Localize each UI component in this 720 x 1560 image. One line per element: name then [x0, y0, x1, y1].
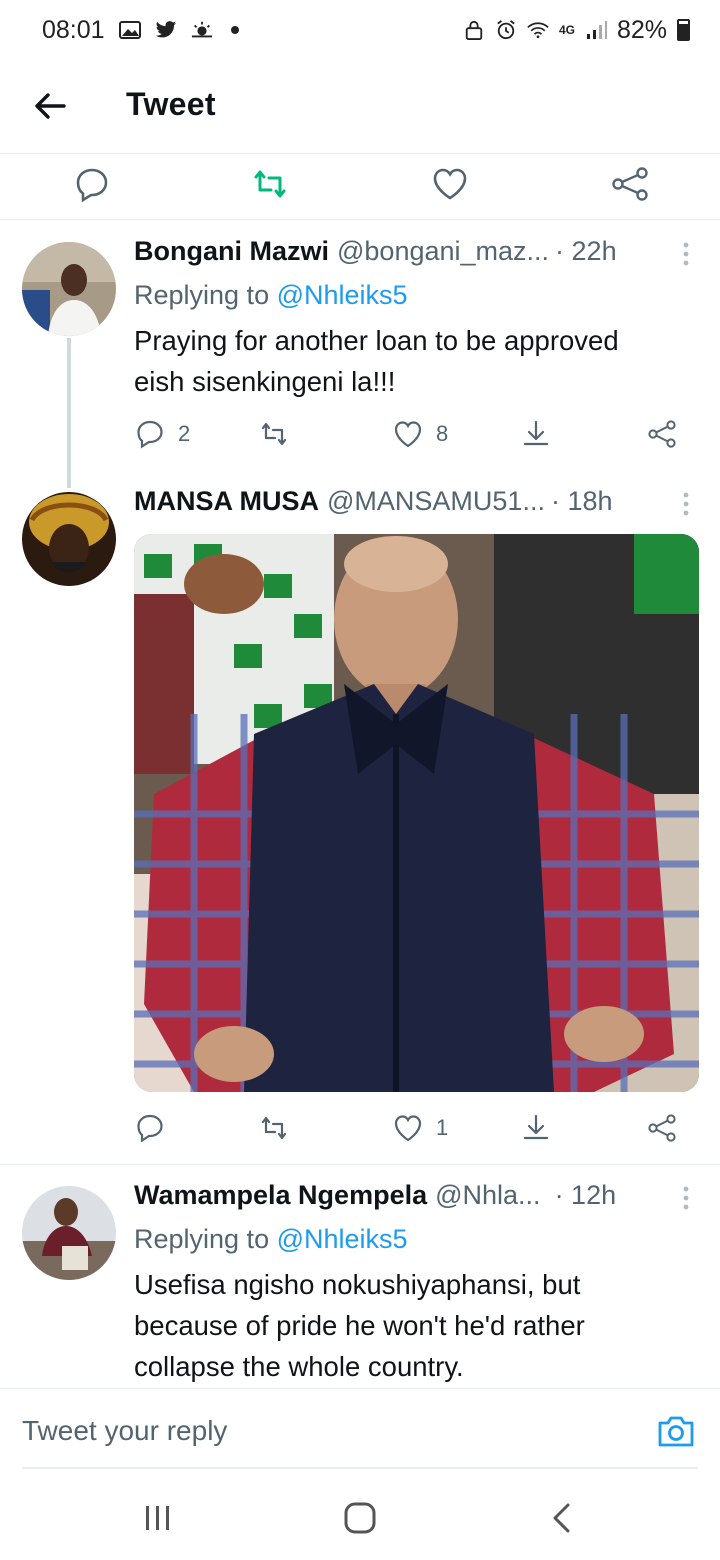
- share-icon: [648, 1114, 676, 1142]
- camera-icon[interactable]: [656, 1413, 696, 1449]
- share-icon[interactable]: [610, 164, 650, 204]
- reply-icon: [137, 1114, 163, 1143]
- tweet-text-line: collapse the whole country.: [134, 1351, 464, 1382]
- replying-label: Replying to: [134, 280, 270, 310]
- like-button[interactable]: 1: [392, 1112, 448, 1144]
- share-icon: [648, 420, 676, 448]
- tweet-text-line: Praying for another loan to be approved: [134, 325, 619, 356]
- tweet-header: Wamampela Ngempela @Nhla... · 12h: [134, 1180, 692, 1211]
- reply-composer: Tweet your reply: [0, 1388, 720, 1469]
- battery-percent: 82%: [616, 15, 667, 44]
- top-app-bar: Tweet: [0, 60, 720, 154]
- timestamp: · 12h: [554, 1180, 617, 1210]
- twitter-bird-icon: [155, 21, 176, 38]
- home-icon[interactable]: [340, 1500, 380, 1536]
- status-bar: 08:01 4G 82%: [0, 0, 720, 60]
- heart-icon: [394, 1115, 422, 1142]
- meme-photo: [134, 534, 699, 1092]
- tweet-header: MANSA MUSA @MANSAMU51... · 18h: [134, 486, 692, 517]
- lock-icon: [465, 20, 483, 40]
- timestamp: · 22h: [555, 236, 617, 266]
- tweet-text-line: because of pride he won't he'd rather: [134, 1310, 585, 1341]
- like-icon[interactable]: [430, 164, 470, 204]
- back-arrow-icon[interactable]: [32, 88, 68, 124]
- retweet-button[interactable]: [258, 418, 290, 450]
- download-icon: [523, 420, 549, 446]
- like-button[interactable]: 8: [392, 418, 448, 450]
- tweet-text: Usefisa ngisho nokushiyaphansi, but beca…: [134, 1264, 680, 1387]
- reply-tweet[interactable]: Bongani Mazwi @bongani_maz... · 22h Repl…: [0, 222, 720, 488]
- thread-line: [67, 338, 71, 488]
- more-options-icon[interactable]: [680, 490, 692, 518]
- tweet-actions: 2 8: [134, 418, 694, 458]
- status-time: 08:01: [42, 15, 105, 44]
- download-button[interactable]: [520, 1112, 552, 1144]
- tweet-actions: 1: [134, 1112, 694, 1152]
- wifi-icon: [527, 22, 549, 39]
- gallery-icon: [118, 21, 141, 39]
- page-title: Tweet: [126, 86, 216, 122]
- tweet-header: Bongani Mazwi @bongani_maz... · 22h: [134, 236, 692, 267]
- more-options-icon[interactable]: [680, 1184, 692, 1212]
- network-type: 4G: [558, 23, 575, 37]
- avatar-image: [22, 242, 116, 336]
- system-nav-bar: [0, 1470, 720, 1560]
- tweet-text: Praying for another loan to be approved …: [134, 320, 680, 402]
- recent-apps-icon[interactable]: [138, 1500, 178, 1536]
- tweet-text-line: eish sisenkingeni la!!!: [134, 366, 396, 397]
- retweet-icon: [261, 422, 287, 446]
- download-button[interactable]: [520, 418, 552, 450]
- battery-icon: [677, 19, 690, 41]
- display-name[interactable]: Bongani Mazwi: [134, 236, 329, 267]
- mention-link[interactable]: @Nhleiks5: [277, 1224, 408, 1254]
- tweet-divider: [0, 1164, 720, 1165]
- tweet-text-line: Usefisa ngisho nokushiyaphansi, but: [134, 1269, 581, 1300]
- download-icon: [523, 1114, 549, 1140]
- replying-to: Replying to @Nhleiks5: [134, 280, 408, 311]
- tweet-media-image[interactable]: [134, 534, 699, 1092]
- main-tweet-actions: [0, 155, 720, 220]
- weather-icon: [191, 21, 212, 38]
- signal-icon: [586, 21, 607, 39]
- reply-count: 2: [178, 421, 191, 446]
- like-count: 1: [436, 1115, 449, 1140]
- reply-icon[interactable]: [72, 164, 112, 204]
- avatar-image: [22, 1186, 116, 1280]
- reply-tweet[interactable]: Wamampela Ngempela @Nhla... · 12h Replyi…: [0, 1166, 720, 1388]
- heart-icon: [394, 421, 422, 448]
- back-nav-icon[interactable]: [542, 1500, 582, 1536]
- reply-input[interactable]: Tweet your reply: [22, 1415, 227, 1447]
- mention-link[interactable]: @Nhleiks5: [277, 280, 408, 310]
- display-name[interactable]: MANSA MUSA: [134, 486, 319, 517]
- avatar[interactable]: [22, 492, 116, 586]
- user-handle[interactable]: @MANSAMU51...: [327, 486, 545, 517]
- reply-icon: [137, 420, 163, 449]
- retweet-icon[interactable]: [250, 164, 290, 204]
- reply-button[interactable]: 2: [134, 418, 190, 450]
- user-handle[interactable]: @Nhla...: [435, 1180, 540, 1211]
- retweet-button[interactable]: [258, 1112, 290, 1144]
- display-name[interactable]: Wamampela Ngempela: [134, 1180, 427, 1211]
- replying-label: Replying to: [134, 1224, 270, 1254]
- avatar[interactable]: [22, 242, 116, 336]
- reply-underline: [22, 1467, 698, 1469]
- like-count: 8: [436, 421, 449, 446]
- timestamp: · 18h: [550, 486, 613, 516]
- retweet-icon: [261, 1116, 287, 1140]
- replying-to: Replying to @Nhleiks5: [134, 1224, 408, 1255]
- user-handle[interactable]: @bongani_maz...: [337, 236, 549, 267]
- more-options-icon[interactable]: [680, 240, 692, 268]
- share-button[interactable]: [646, 418, 678, 450]
- avatar[interactable]: [22, 1186, 116, 1280]
- notification-dot: [230, 26, 239, 34]
- reply-button[interactable]: [134, 1112, 166, 1144]
- avatar-image: [22, 492, 116, 586]
- share-button[interactable]: [646, 1112, 678, 1144]
- alarm-icon: [497, 20, 515, 40]
